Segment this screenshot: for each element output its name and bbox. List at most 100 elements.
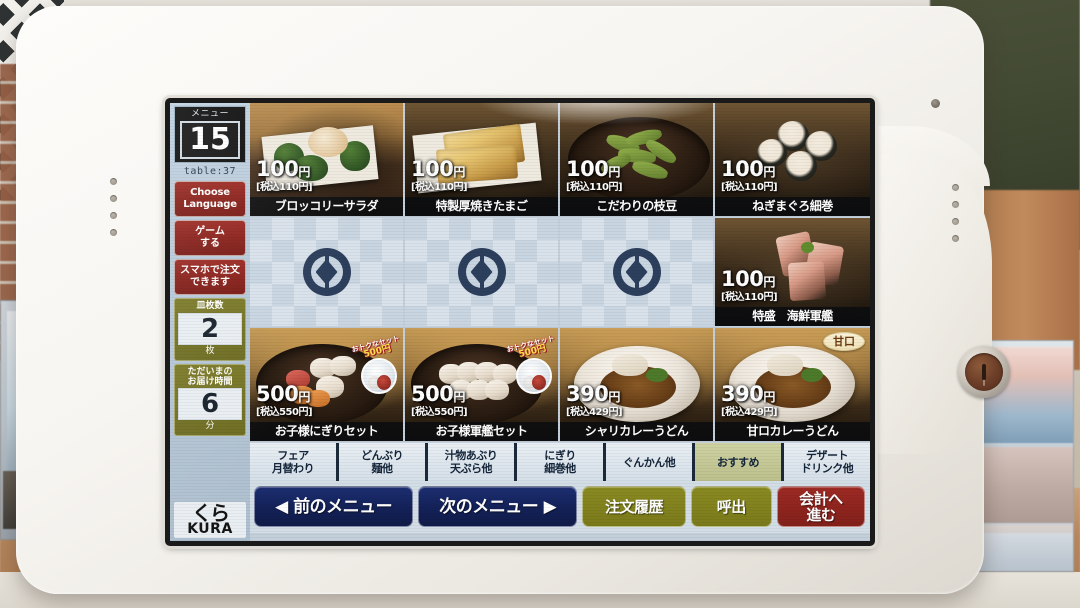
menu-item-card[interactable]: おトクなセット 500円 500円 [税込550円] お子様にぎりセット xyxy=(250,328,405,443)
item-name: シャリカレーうどん xyxy=(560,422,713,441)
menu-item-card[interactable]: 390円 [税込429円] シャリカレーうどん xyxy=(560,328,715,443)
price-value: 500 xyxy=(256,382,299,406)
item-price: 500円 [税込550円] xyxy=(411,382,468,419)
smartphone-order-button[interactable]: スマホで注文 できます xyxy=(174,259,246,295)
kura-mark-icon xyxy=(612,248,661,296)
menu-item-card[interactable]: 100円 [税込110円] 特盛 海鮮軍艦 xyxy=(715,218,870,328)
delivery-timer-unit: 分 xyxy=(205,421,215,431)
price-yen: 円 xyxy=(453,390,465,404)
speaker-holes-right xyxy=(952,184,959,252)
tab-nigiri-line1: にぎり xyxy=(544,449,576,462)
delivery-timer: ただいまの お届け時間 6 分 xyxy=(174,364,246,436)
menu-main-area: 100円 [税込110円] ブロッコリーサラダ 100円 [税込110円] 特製… xyxy=(250,103,870,541)
price-value: 100 xyxy=(721,157,764,181)
price-tax: [税込110円] xyxy=(411,182,468,193)
delivery-timer-value: 6 xyxy=(178,388,242,420)
menu-item-card-empty[interactable] xyxy=(250,218,405,328)
menu-page-number: 15 xyxy=(180,121,240,159)
photo-scene: メニュー 15 table:37 Choose Language ゲーム する … xyxy=(0,0,1080,608)
item-price: 390円 [税込429円] xyxy=(566,382,623,419)
price-tax: [税込110円] xyxy=(721,292,778,303)
key-lock-slot xyxy=(982,364,986,380)
sidebar: メニュー 15 table:37 Choose Language ゲーム する … xyxy=(170,103,250,541)
tab-fair[interactable]: フェア 月替わり xyxy=(250,443,339,481)
menu-item-card-empty[interactable] xyxy=(405,218,560,328)
touchscreen[interactable]: メニュー 15 table:37 Choose Language ゲーム する … xyxy=(165,98,875,546)
key-lock-barrel xyxy=(965,353,1003,391)
price-tax: [税込550円] xyxy=(256,407,313,418)
tab-donburi-noodles[interactable]: どんぶり 麺他 xyxy=(339,443,428,481)
menu-page-indicator: メニュー 15 xyxy=(174,106,246,163)
price-yen: 円 xyxy=(298,390,310,404)
price-value: 390 xyxy=(721,382,764,406)
tab-donburi-line1: どんぶり xyxy=(361,449,404,462)
tab-dessert-drinks[interactable]: デザート ドリンク他 xyxy=(784,443,870,481)
tab-soup-tempura[interactable]: 汁物あぶり 天ぷら他 xyxy=(428,443,517,481)
tab-soup-line1: 汁物あぶり xyxy=(444,449,498,462)
item-name: こだわりの枝豆 xyxy=(560,197,713,216)
delivery-timer-caption-line2: お届け時間 xyxy=(187,377,233,387)
item-price: 500円 [税込550円] xyxy=(256,382,313,419)
play-game-button[interactable]: ゲーム する xyxy=(174,220,246,256)
tab-dessert-line1: デザート xyxy=(806,449,849,462)
price-tax: [税込429円] xyxy=(721,407,778,418)
play-game-line1: ゲーム xyxy=(195,226,225,237)
drink-dessert-badge-icon xyxy=(361,358,397,394)
price-value: 100 xyxy=(256,157,299,181)
choose-language-button[interactable]: Choose Language xyxy=(174,181,246,217)
tab-fair-line2: 月替わり xyxy=(272,462,315,475)
item-price: 100円 [税込110円] xyxy=(566,157,623,194)
price-value: 100 xyxy=(566,157,609,181)
price-yen: 円 xyxy=(453,165,465,179)
table-number-label: table:37 xyxy=(183,166,237,177)
previous-menu-button[interactable]: ◀ 前のメニュー xyxy=(254,486,414,527)
next-menu-button[interactable]: 次のメニュー ▶ xyxy=(418,486,578,527)
item-name: お子様にぎりセット xyxy=(250,422,403,441)
kura-mark-icon xyxy=(457,248,506,296)
choose-language-line1: Choose xyxy=(190,187,230,198)
menu-item-card[interactable]: 100円 [税込110円] ねぎまぐろ細巻 xyxy=(715,103,870,218)
tab-gunkan[interactable]: ぐんかん他 xyxy=(606,443,695,481)
price-yen: 円 xyxy=(763,390,775,404)
menu-item-card[interactable]: 甘口 390円 [税込429円] 甘ロカレーうどん xyxy=(715,328,870,443)
smartphone-order-line1: スマホで注文 xyxy=(180,265,240,276)
delivery-timer-caption-line1: ただいまの xyxy=(187,367,233,377)
menu-row-middle: 100円 [税込110円] 特盛 海鮮軍艦 xyxy=(250,218,870,328)
leaflet-glass-front xyxy=(979,523,1073,571)
tab-nigiri-maki[interactable]: にぎり 細巻他 xyxy=(517,443,606,481)
call-staff-button[interactable]: 呼出 xyxy=(690,486,772,527)
price-value: 390 xyxy=(566,382,609,406)
menu-row-bottom: おトクなセット 500円 500円 [税込550円] お子様にぎりセット おトク… xyxy=(250,328,870,443)
key-lock-icon[interactable] xyxy=(958,346,1010,398)
price-value: 500 xyxy=(411,382,454,406)
price-yen: 円 xyxy=(763,165,775,179)
menu-item-card[interactable]: 100円 [税込110円] 特製厚焼きたまご xyxy=(405,103,560,218)
price-tax: [税込110円] xyxy=(566,182,623,193)
tab-recommended[interactable]: おすすめ xyxy=(695,443,784,481)
menu-item-card[interactable]: 100円 [税込110円] ブロッコリーサラダ xyxy=(250,103,405,218)
menu-item-card-empty[interactable] xyxy=(560,218,715,328)
price-tax: [税込110円] xyxy=(256,182,313,193)
category-tabs: フェア 月替わり どんぶり 麺他 汁物あぶり 天ぷら他 にぎり 細巻他 ぐんかん… xyxy=(250,443,870,481)
price-value: 100 xyxy=(721,267,764,291)
menu-item-card[interactable]: おトクなセット 500円 500円 [税込550円] お子様軍艦セット xyxy=(405,328,560,443)
speaker-holes-left xyxy=(110,178,117,246)
item-price: 390円 [税込429円] xyxy=(721,382,778,419)
order-history-button[interactable]: 注文履歴 xyxy=(582,486,686,527)
item-price: 100円 [税込110円] xyxy=(721,267,778,304)
menu-item-card[interactable]: 100円 [税込110円] こだわりの枝豆 xyxy=(560,103,715,218)
plate-counter: 皿枚数 2 枚 xyxy=(174,298,246,361)
item-name: ねぎまぐろ細巻 xyxy=(715,197,870,216)
amakuchi-badge: 甘口 xyxy=(823,332,865,351)
play-game-line2: する xyxy=(199,238,220,249)
checkout-button[interactable]: 会計へ 進む xyxy=(776,486,865,527)
tablet-device: メニュー 15 table:37 Choose Language ゲーム する … xyxy=(16,6,1010,594)
tab-fair-line1: フェア xyxy=(277,449,309,462)
item-name: 甘ロカレーうどん xyxy=(715,422,870,441)
delivery-timer-caption: ただいまの お届け時間 xyxy=(178,367,242,387)
kura-mark-icon xyxy=(302,248,351,296)
plate-counter-unit: 枚 xyxy=(205,346,215,356)
price-value: 100 xyxy=(411,157,454,181)
item-price: 100円 [税込110円] xyxy=(721,157,778,194)
leaflet-poster-bottom xyxy=(983,447,1073,533)
